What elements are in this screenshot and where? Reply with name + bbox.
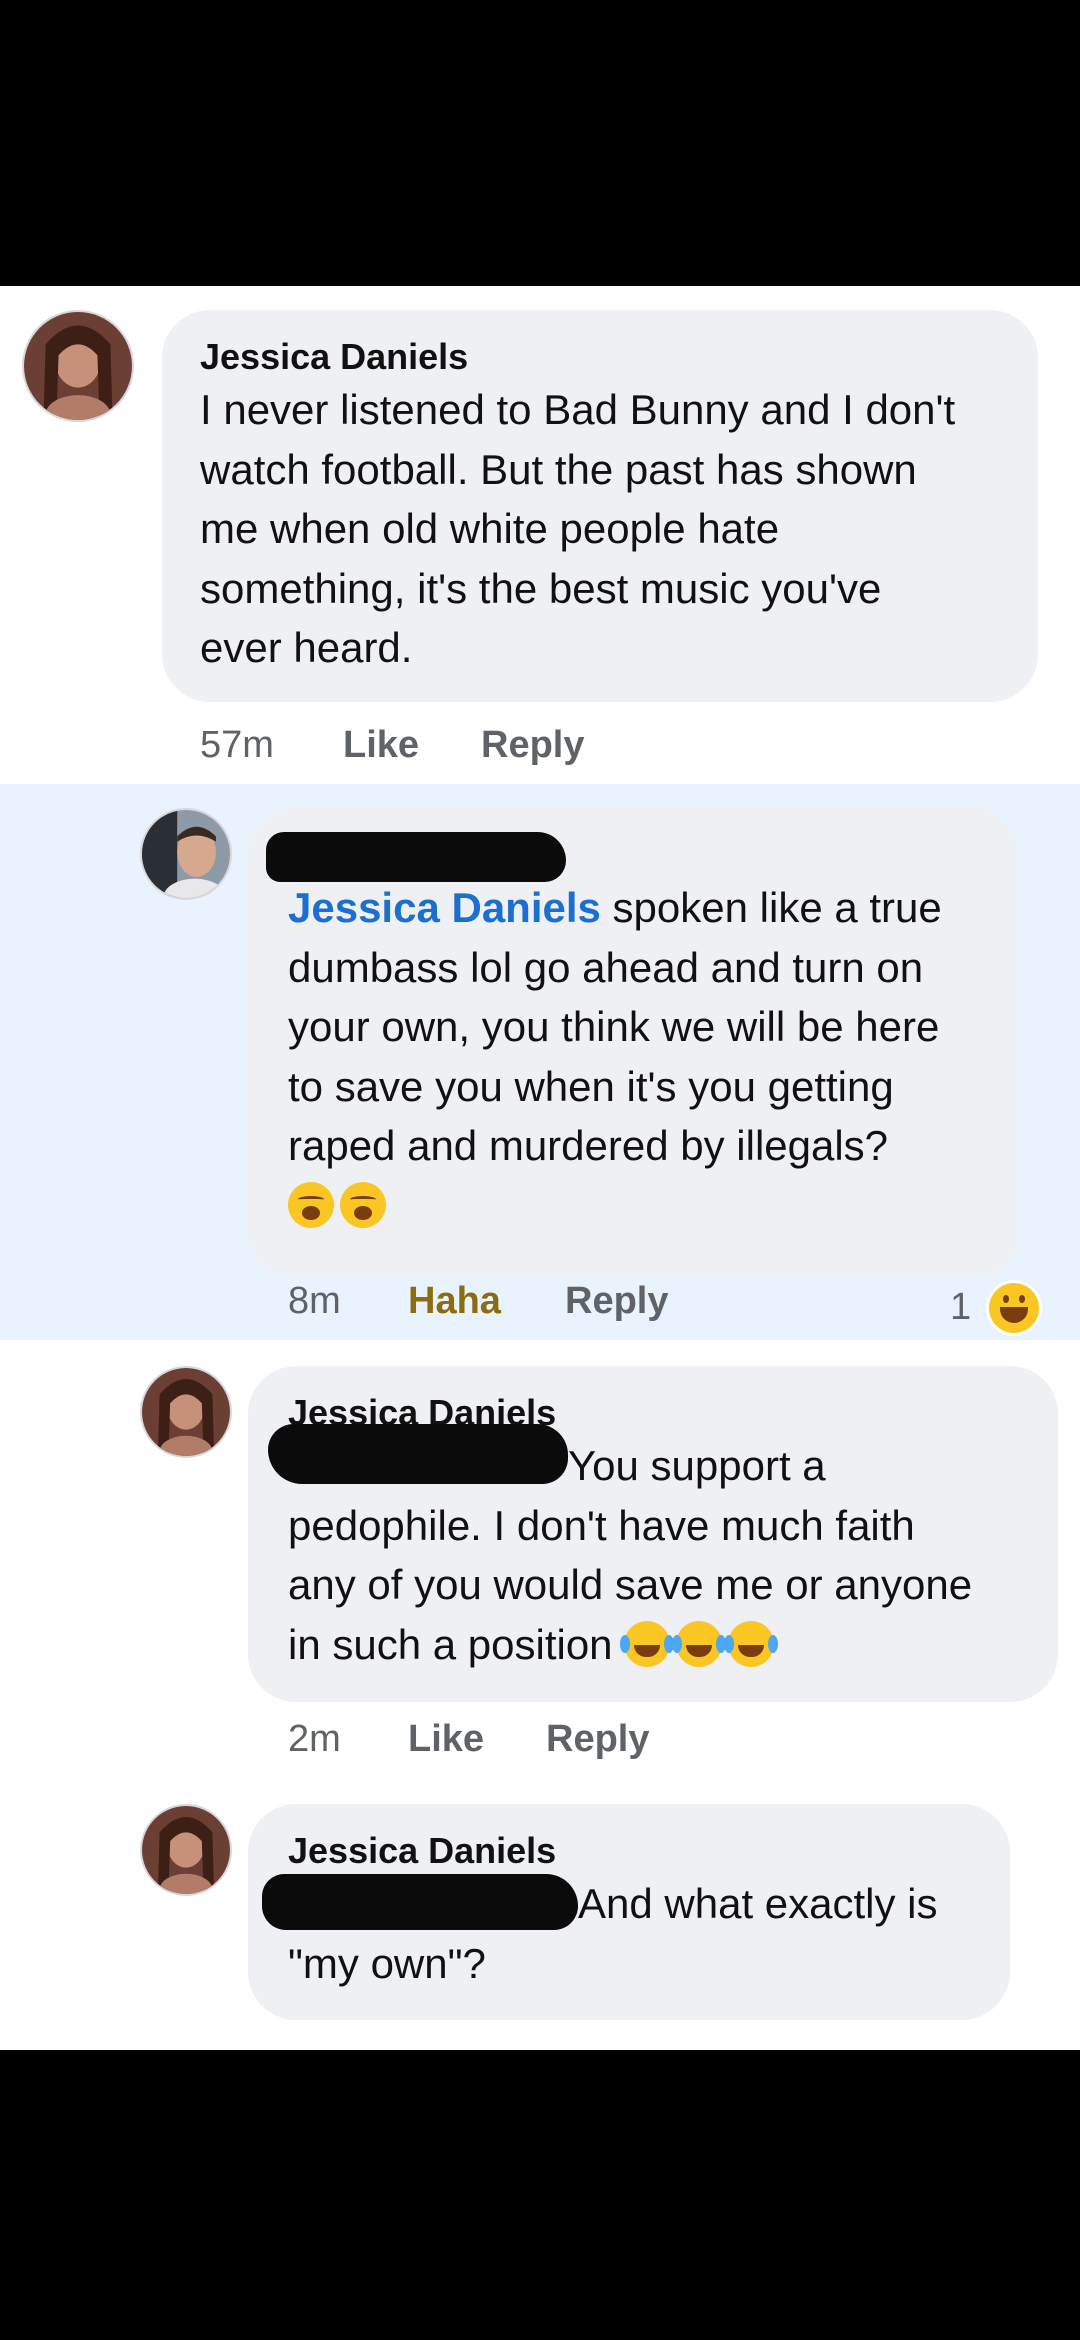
avatar-jessica-daniels[interactable] bbox=[140, 1366, 232, 1458]
avatar-jessica-daniels[interactable] bbox=[140, 1804, 232, 1896]
profile-photo-icon bbox=[142, 810, 230, 898]
comments-panel: Jessica Daniels I never listened to Bad … bbox=[0, 286, 1080, 2050]
comment-text: You support a pedophile. I don't have mu… bbox=[288, 1436, 1048, 1674]
like-button[interactable]: Like bbox=[343, 724, 419, 767]
like-button[interactable]: Like bbox=[408, 1718, 484, 1761]
haha-reaction-button[interactable]: Haha bbox=[408, 1280, 501, 1323]
comment-actions: 57m Like Reply bbox=[200, 724, 800, 774]
comment-author[interactable]: Jessica Daniels bbox=[200, 336, 468, 378]
comment-timestamp: 57m bbox=[200, 724, 274, 766]
reply-button[interactable]: Reply bbox=[481, 724, 584, 767]
reply-button[interactable]: Reply bbox=[565, 1280, 668, 1323]
comment-timestamp: 8m bbox=[288, 1280, 341, 1322]
profile-photo-icon bbox=[24, 312, 132, 420]
tears-of-joy-icon bbox=[672, 1620, 723, 1667]
yawning-face-icon bbox=[340, 1181, 386, 1228]
comment-author[interactable]: Jessica Daniels bbox=[288, 1830, 556, 1872]
grinning-squinting-face-icon[interactable] bbox=[986, 1280, 1042, 1336]
mention-link[interactable]: Jessica Daniels bbox=[288, 884, 601, 931]
avatar-commenter[interactable] bbox=[140, 808, 232, 900]
avatar-jessica-daniels[interactable] bbox=[22, 310, 134, 422]
comment-text: I never listened to Bad Bunny and I don'… bbox=[200, 386, 956, 671]
comment-text: Jessica Daniels spoken like a true dumba… bbox=[288, 878, 1008, 1235]
comment-actions: 2m Like Reply bbox=[288, 1718, 888, 1768]
comment-text: And what exactly is "my own"? bbox=[288, 1880, 938, 1987]
comment-timestamp: 2m bbox=[288, 1718, 341, 1760]
reply-button[interactable]: Reply bbox=[546, 1718, 649, 1761]
tears-of-joy-icon bbox=[620, 1620, 671, 1667]
reaction-count[interactable]: 1 bbox=[950, 1286, 971, 1329]
yawning-face-icon bbox=[288, 1181, 334, 1228]
redacted-author-name bbox=[266, 832, 566, 882]
profile-photo-icon bbox=[142, 1368, 230, 1456]
profile-photo-icon bbox=[142, 1806, 230, 1894]
tears-of-joy-icon bbox=[724, 1620, 775, 1667]
comment-actions: 8m Haha Reply bbox=[288, 1280, 888, 1330]
